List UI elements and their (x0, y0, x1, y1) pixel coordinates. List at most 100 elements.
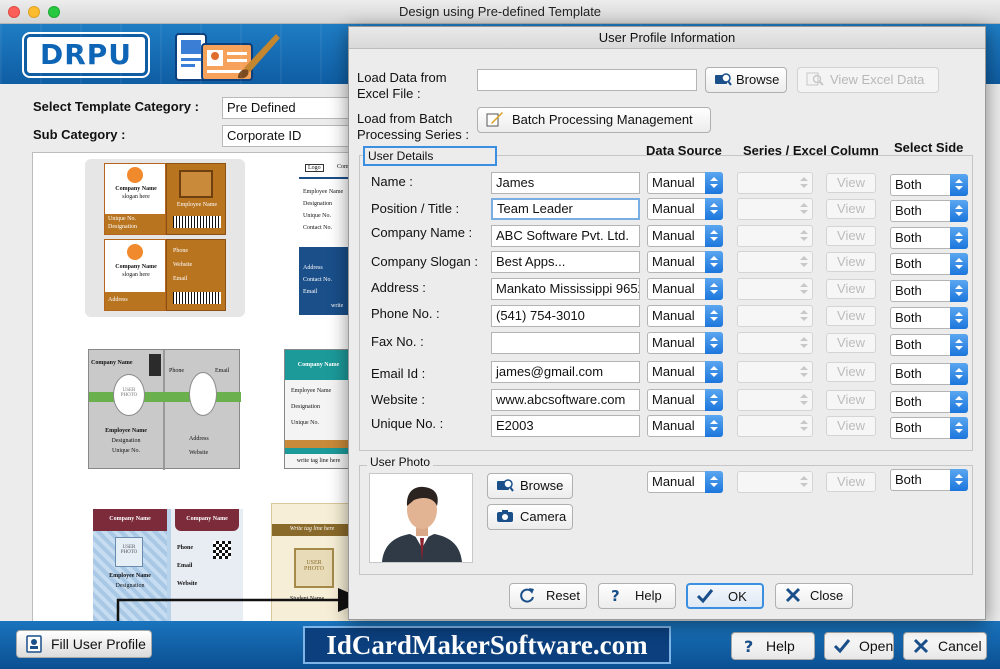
dialog-help-button[interactable]: ? Help (598, 583, 676, 609)
select-side-select[interactable]: Both (890, 391, 968, 413)
field-input[interactable]: E2003 (491, 415, 640, 437)
view-button[interactable]: View (826, 416, 876, 436)
select-side-select[interactable]: Both (890, 174, 968, 196)
field-input[interactable]: Team Leader (491, 198, 640, 220)
template-thumbnail[interactable]: Company Name Employee Name Designation U… (284, 349, 349, 469)
chevron-updown-icon (950, 334, 968, 356)
thumb-address: Address (108, 297, 128, 303)
thumb-employee-name: Employee Name (105, 428, 147, 434)
select-side-select[interactable]: Both (890, 363, 968, 385)
template-category-select[interactable]: Pre Defined (222, 97, 350, 119)
view-button[interactable]: View (826, 390, 876, 410)
field-input[interactable] (491, 332, 640, 354)
thumb-company-name: Company Name (115, 186, 157, 192)
excel-file-field[interactable] (477, 69, 697, 91)
data-source-select[interactable]: Manual (647, 361, 723, 383)
series-column-select[interactable] (737, 251, 813, 273)
data-source-value: Manual (652, 392, 695, 407)
select-side-select[interactable]: Both (890, 417, 968, 439)
series-column-select[interactable] (737, 361, 813, 383)
series-column-select[interactable] (737, 198, 813, 220)
view-excel-data-label: View Excel Data (830, 72, 925, 87)
photo-series-select[interactable] (737, 471, 813, 493)
browse-icon (497, 479, 514, 492)
open-button[interactable]: Open (824, 632, 894, 660)
data-source-select[interactable]: Manual (647, 305, 723, 327)
field-input[interactable]: James (491, 172, 640, 194)
field-label: Name : (371, 174, 413, 189)
chevron-updown-icon (705, 172, 723, 194)
data-source-select[interactable]: Manual (647, 225, 723, 247)
select-side-value: Both (895, 366, 922, 381)
field-input[interactable]: Best Apps... (491, 251, 640, 273)
view-button[interactable]: View (826, 306, 876, 326)
reset-button[interactable]: Reset (509, 583, 587, 609)
data-source-select[interactable]: Manual (647, 415, 723, 437)
data-source-value: Manual (652, 308, 695, 323)
view-excel-data-button[interactable]: View Excel Data (797, 67, 939, 93)
select-side-value: Both (895, 256, 922, 271)
template-thumbnail[interactable]: Company Name slogan here Unique No. Desi… (85, 159, 245, 317)
field-input[interactable]: james@gmail.com (491, 361, 640, 383)
field-input[interactable]: Mankato Mississippi 96522 (491, 278, 640, 300)
data-source-select[interactable]: Manual (647, 198, 723, 220)
help-button[interactable]: ? Help (731, 632, 815, 660)
series-column-select[interactable] (737, 415, 813, 437)
chevron-updown-icon (950, 391, 968, 413)
chevron-updown-icon (950, 227, 968, 249)
chevron-updown-icon (795, 278, 813, 300)
view-button[interactable]: View (826, 226, 876, 246)
view-button[interactable]: View (826, 252, 876, 272)
data-source-select[interactable]: Manual (647, 251, 723, 273)
series-column-select[interactable] (737, 172, 813, 194)
minimize-window-button[interactable] (28, 6, 40, 18)
template-thumbnail[interactable]: Company Name Phone Email USER PHOTO Empl… (88, 349, 241, 470)
window-titlebar: Design using Pre-defined Template (0, 0, 1000, 24)
select-side-select[interactable]: Both (890, 200, 968, 222)
series-column-select[interactable] (737, 305, 813, 327)
select-side-select[interactable]: Both (890, 227, 968, 249)
data-source-select[interactable]: Manual (647, 278, 723, 300)
photo-view-button[interactable]: View (826, 472, 876, 492)
camera-button[interactable]: Camera (487, 504, 573, 530)
close-button[interactable]: Close (775, 583, 853, 609)
thumb-company: Com (335, 243, 347, 249)
data-source-select[interactable]: Manual (647, 389, 723, 411)
series-column-select[interactable] (737, 389, 813, 411)
zoom-window-button[interactable] (48, 6, 60, 18)
photo-side-select[interactable]: Both (890, 469, 968, 491)
fill-user-profile-button[interactable]: Fill User Profile (16, 630, 152, 658)
thumb-address: Address (189, 436, 209, 442)
photo-browse-button[interactable]: Browse (487, 473, 573, 499)
chevron-updown-icon (705, 471, 723, 493)
data-source-select[interactable]: Manual (647, 332, 723, 354)
view-button[interactable]: View (826, 173, 876, 193)
view-button[interactable]: View (826, 199, 876, 219)
select-side-select[interactable]: Both (890, 307, 968, 329)
series-column-select[interactable] (737, 225, 813, 247)
excel-browse-button[interactable]: Browse (705, 67, 787, 93)
series-column-select[interactable] (737, 332, 813, 354)
select-side-select[interactable]: Both (890, 253, 968, 275)
select-side-select[interactable]: Both (890, 280, 968, 302)
field-input[interactable]: www.abcsoftware.com (491, 389, 640, 411)
close-window-button[interactable] (8, 6, 20, 18)
browse-icon (715, 73, 732, 86)
field-input[interactable]: (541) 754-3010 (491, 305, 640, 327)
view-button[interactable]: View (826, 333, 876, 353)
data-source-select[interactable]: Manual (647, 172, 723, 194)
sub-category-select[interactable]: Corporate ID (222, 125, 350, 147)
batch-processing-button[interactable]: Batch Processing Management (477, 107, 711, 133)
view-button[interactable]: View (826, 279, 876, 299)
field-input[interactable]: ABC Software Pvt. Ltd. (491, 225, 640, 247)
ok-button[interactable]: OK (686, 583, 764, 609)
select-side-select[interactable]: Both (890, 334, 968, 356)
template-thumbnail[interactable]: Logo Com Employee Name Designation Uniqu… (299, 161, 349, 315)
view-button[interactable]: View (826, 362, 876, 382)
series-column-select[interactable] (737, 278, 813, 300)
id-card-brush-icon (175, 33, 280, 81)
load-batch-label: Load from Batch Processing Series : (357, 111, 469, 142)
cancel-button[interactable]: Cancel (903, 632, 987, 660)
camera-label: Camera (520, 509, 567, 524)
photo-data-source-select[interactable]: Manual (647, 471, 723, 493)
